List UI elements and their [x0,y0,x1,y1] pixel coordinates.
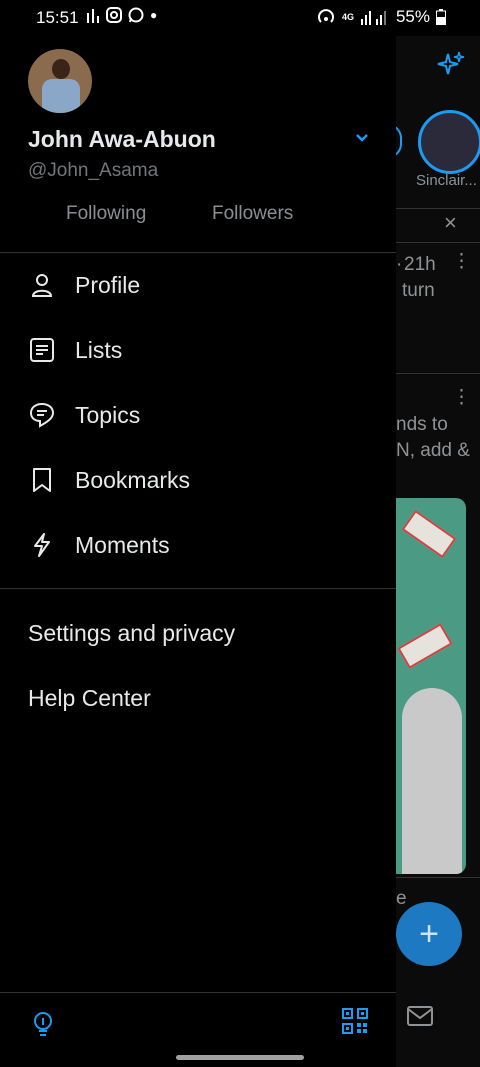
dot-icon: ● [150,8,158,22]
divider [396,373,480,374]
cell-signal-icon [360,11,386,25]
qr-code-icon[interactable] [342,1008,368,1034]
menu-item-label: Topics [75,401,141,428]
divider [396,208,480,209]
navigation-drawer: John Awa-Abuon @John_Asama Following Fol… [0,36,396,1067]
menu-item-label: Profile [75,271,141,298]
sparkle-icon[interactable] [436,50,466,80]
tweet-text: turn [402,280,435,301]
tweet-time-prefix: · [396,254,403,275]
battery-icon [436,9,446,25]
compose-button[interactable]: + [396,902,462,966]
fleet-name: Sinclair... [416,172,477,189]
home-indicator[interactable] [176,1055,304,1060]
menu-item-profile[interactable]: Profile [28,265,140,305]
tweet-media[interactable] [396,498,466,874]
more-icon[interactable]: ⋮ [452,250,471,273]
fleet-ring [396,124,402,158]
media-banknote [397,623,453,669]
mail-icon[interactable] [406,1004,434,1028]
profile-name[interactable]: John Awa-Abuon [28,126,216,153]
following-link[interactable]: Following [66,203,146,225]
divider [396,877,480,878]
list-icon [28,336,56,364]
plus-icon: + [419,914,439,953]
divider [0,252,396,253]
network-type: 4G [341,12,354,22]
menu-item-lists[interactable]: Lists [28,330,122,370]
media-banknote [401,509,457,559]
person-icon [28,271,56,299]
divider [0,588,396,589]
status-bar: 15:51 ● 4G 55% [0,0,480,36]
bookmark-icon [28,466,56,494]
menu-item-moments[interactable]: Moments [28,525,170,565]
instagram-icon [106,7,122,23]
help-center-link[interactable]: Help Center [28,685,151,712]
menu-item-label: Lists [75,336,123,363]
avatar-head [52,59,70,79]
signal-activity-icon [87,9,99,23]
menu-item-topics[interactable]: Topics [28,395,140,435]
whatsapp-icon [128,7,144,23]
media-person [402,688,462,874]
lightning-icon [28,531,56,559]
status-time: 15:51 [36,8,79,27]
divider [396,242,480,243]
settings-and-privacy-link[interactable]: Settings and privacy [28,620,235,647]
more-icon[interactable]: ⋮ [452,386,471,409]
tweet-text: N, add & [396,440,470,461]
timeline-background: Sinclair... × · 21h ⋮ turn ⋮ nds to N, a… [396,36,480,1067]
close-icon[interactable]: × [444,210,457,236]
menu-item-bookmarks[interactable]: Bookmarks [28,460,190,500]
profile-handle: @John_Asama [28,160,159,181]
avatar-body [42,79,80,113]
tweet-text: e [396,888,407,909]
menu-item-label: Moments [75,531,170,558]
menu-item-label: Bookmarks [75,466,191,493]
status-right: 4G 55% [316,7,446,27]
notification-icons: ● [86,7,157,23]
chevron-down-icon[interactable] [352,128,372,148]
hotspot-icon [318,9,334,23]
followers-link[interactable]: Followers [212,203,293,225]
tweet-text: nds to [396,414,448,435]
avatar[interactable] [28,49,92,113]
lightbulb-icon[interactable] [30,1010,56,1038]
battery-percent: 55% [395,7,430,26]
topics-icon [28,401,56,429]
tweet-time: 21h [404,254,436,275]
fleet-avatar[interactable] [418,110,480,174]
drawer-bottom-divider [0,992,396,993]
